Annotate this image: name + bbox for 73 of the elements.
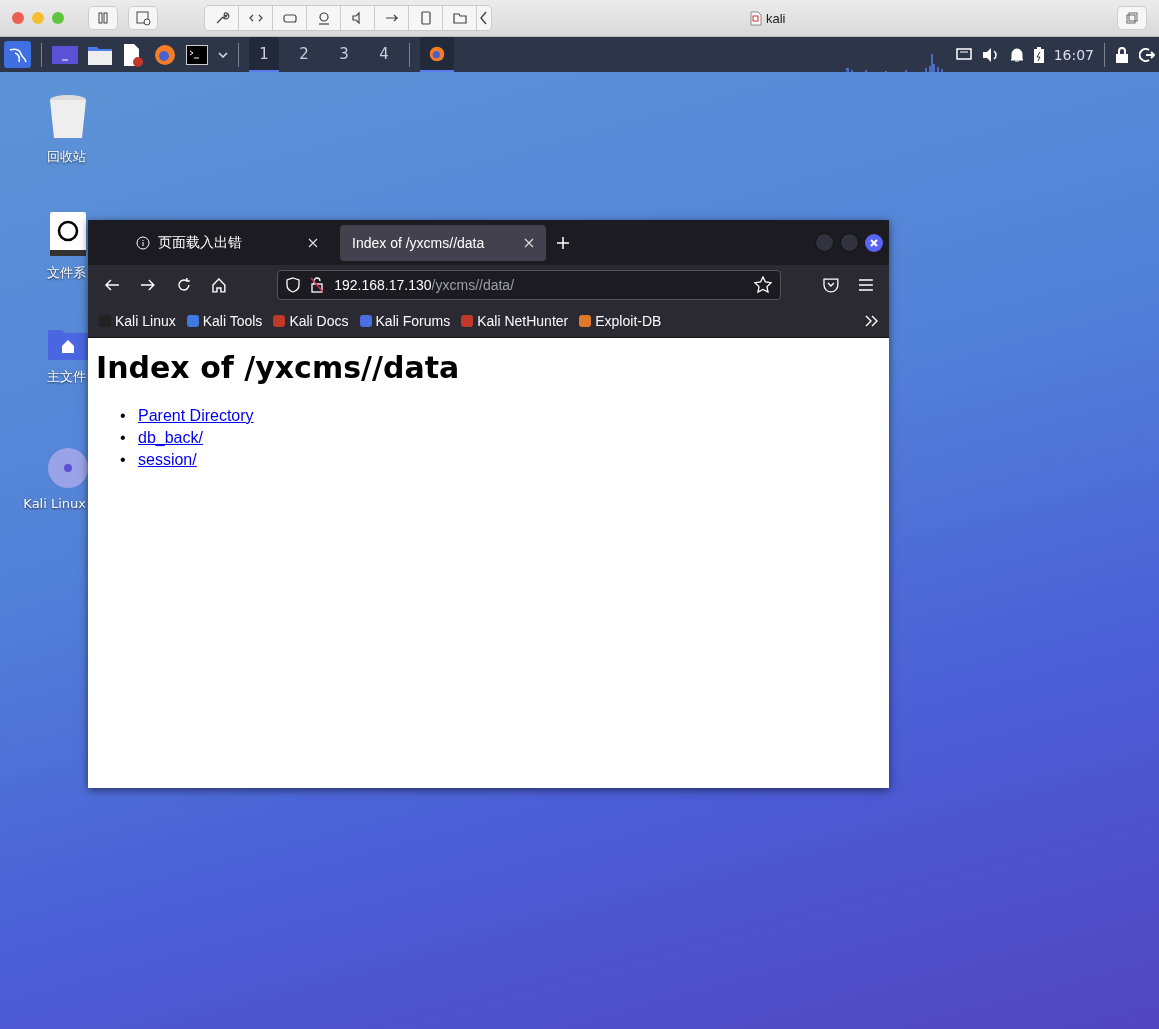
window-title: kali [766,10,786,26]
logout-icon[interactable] [1139,46,1155,63]
directory-link[interactable]: db_back/ [138,427,203,449]
reload-icon[interactable] [175,277,192,293]
address-bar[interactable]: 192.168.17.130/yxcms//data/ [277,270,782,300]
list-bullet: • [120,406,127,426]
menu-icon[interactable] [859,279,873,291]
chevron-left-icon [479,10,489,26]
lock-icon[interactable] [1115,46,1129,63]
desktop-icon-label: 回收站 [47,148,86,166]
directory-link[interactable]: Parent Directory [138,405,254,427]
favicon-icon [460,314,475,328]
bookmark-item[interactable]: Kali Docs [272,313,349,329]
terminal-icon[interactable] [186,44,208,65]
bookmark-item[interactable]: Kali NetHunter [460,313,569,329]
bookmark-item[interactable]: Kali Linux [98,313,176,329]
workspace-button[interactable]: 1 [249,37,279,72]
desktop-icon-label: Kali Linux [23,496,86,511]
firefox-icon[interactable] [154,43,176,66]
snapshot-button[interactable] [128,6,158,30]
volume-icon[interactable] [981,46,1000,63]
window-mode-button[interactable] [1117,6,1147,30]
pause-icon [96,11,110,25]
close-icon[interactable] [524,237,534,248]
directory-link[interactable]: session/ [138,449,197,471]
favicon-icon [358,314,373,328]
back-icon[interactable] [104,278,120,292]
trash-icon[interactable] [49,94,87,140]
close-icon[interactable] [308,237,318,248]
disc-icon[interactable] [48,448,88,488]
browser-tab[interactable]: Index of /yxcms//data [340,224,546,261]
shield-icon [286,277,301,293]
workspace-button[interactable]: 3 [329,37,359,72]
home-folder-icon[interactable] [48,330,88,360]
drive-icon[interactable] [50,212,86,256]
chevron-down-icon[interactable] [218,51,228,58]
home-icon[interactable] [211,277,228,293]
favicon-icon [578,314,593,328]
bookmark-star-icon[interactable] [754,276,773,294]
bookmark-item[interactable]: Kali Forums [358,313,451,329]
firefox-icon [429,45,445,62]
list-bullet: • [120,428,127,448]
favicon-icon [185,314,200,328]
workspace-button[interactable]: 2 [289,37,319,72]
bookmark-item[interactable]: Exploit-DB [578,313,662,329]
bookmark-item[interactable]: Kali Tools [185,313,263,329]
page-heading: Index of /yxcms//data [96,350,461,385]
network-icon[interactable] [955,47,972,62]
chevron-right-icon[interactable] [865,315,879,327]
battery-icon[interactable] [1033,46,1044,63]
text-editor-icon[interactable] [122,42,144,67]
desktop-icon-label: 主文件 [47,368,86,386]
folder-icon [451,10,468,26]
windows-icon [1125,11,1139,25]
folder-icon[interactable] [88,44,112,65]
insecure-lock-icon [310,277,325,293]
workspace-button[interactable]: 4 [369,37,399,72]
firefox-task-button[interactable] [420,37,454,72]
browser-tab[interactable]: 页面载入出错 [124,224,330,261]
pocket-icon[interactable] [823,277,840,293]
desktop-icon[interactable] [52,45,78,64]
document-icon [750,10,762,26]
url-text: 192.168.17.130/yxcms//data/ [334,277,515,293]
bell-icon[interactable] [1009,46,1024,63]
snapshot-icon [135,10,151,26]
close-button[interactable] [865,233,883,252]
list-bullet: • [120,450,127,470]
favicon-icon [272,314,287,328]
new-tab-icon[interactable] [556,235,570,250]
desktop-icon-label: 文件系 [47,264,86,282]
info-icon [136,235,150,250]
forward-icon[interactable] [139,278,156,292]
clock[interactable]: 16:07 [1053,46,1094,63]
